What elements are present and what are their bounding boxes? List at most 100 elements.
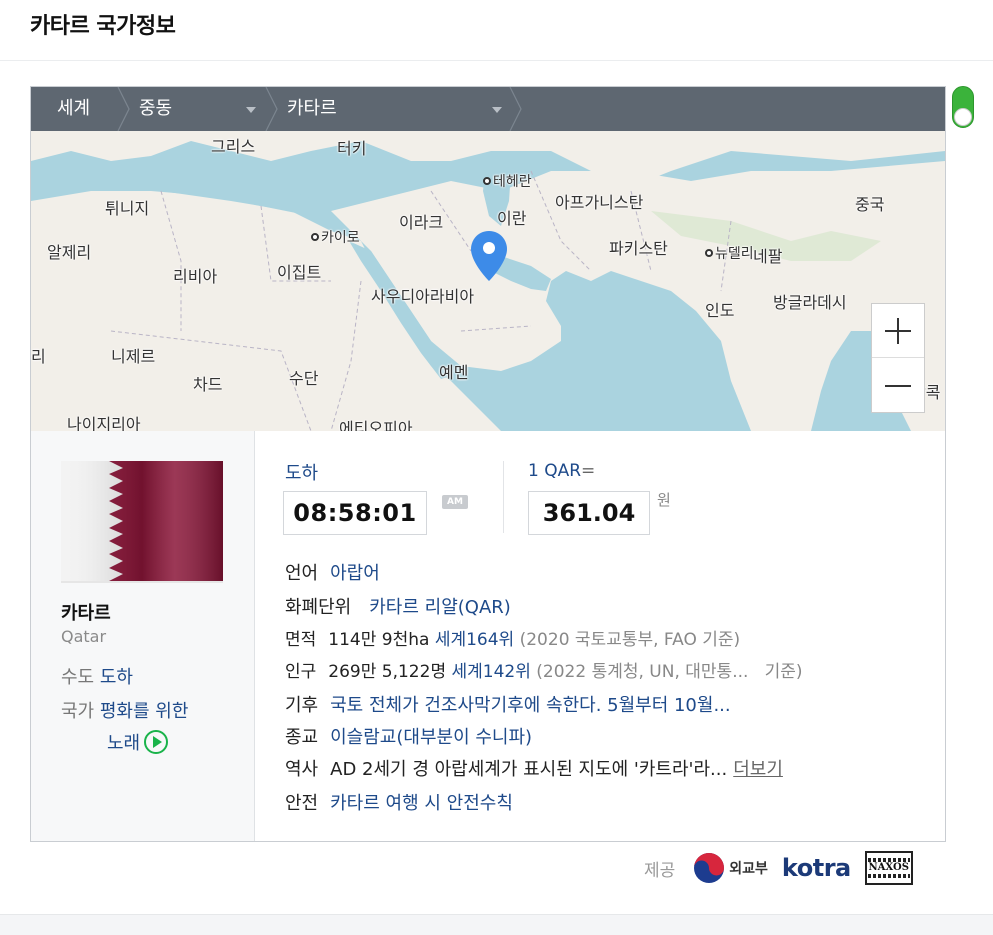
history-more-link[interactable]: 더보기	[733, 759, 783, 780]
map-label: 알제리	[47, 243, 92, 262]
info-row-safety: 안전 카타르 여행 시 안전수칙	[285, 789, 513, 817]
population-rank-link[interactable]: 세계142위	[452, 662, 531, 682]
map-label: 아프가니스탄	[555, 193, 644, 212]
kotra-text: kotra	[781, 854, 851, 882]
country-detail-panel: 도하 08:58:01 AM 1 QAR= 361.04 원 언어 아랍어 화폐단…	[255, 431, 945, 841]
breadcrumb-separator-icon	[265, 87, 279, 131]
area-rank-link[interactable]: 세계164위	[435, 630, 514, 650]
country-summary-panel: 카타르 Qatar 수도 도하 국가 평화를 위한 노래	[31, 431, 255, 841]
mofa-logo[interactable]: 외교부	[693, 852, 768, 884]
city-dot-icon	[483, 177, 491, 185]
breadcrumb-bar: 세계 중동 카타르	[31, 87, 945, 131]
info-row-area: 면적 114만 9천ha 세계164위 (2020 국토교통부, FAO 기준)	[285, 625, 740, 653]
map-label: 중국	[855, 195, 885, 214]
info-row-climate: 기후 국토 전체가 건조사막기후에 속한다. 5월부터 10월...	[285, 691, 731, 719]
map-label: 이라크	[399, 213, 444, 232]
zoom-in-button[interactable]	[872, 304, 924, 358]
info-key: 면적	[285, 630, 317, 650]
city-dot-icon	[311, 233, 319, 241]
anthem-link-2[interactable]: 노래	[107, 733, 140, 754]
ampm-badge: AM	[442, 495, 468, 509]
country-widget: 세계 중동 카타르 그리스 터키 테헤란 튀니지 이라크 이란 아프가니스탄 중…	[30, 86, 946, 842]
anthem-row: 국가 평화를 위한	[61, 697, 188, 723]
capital-label: 수도	[61, 667, 95, 688]
map-label: 나이지리아	[67, 415, 141, 431]
plus-icon	[885, 317, 911, 344]
flag-shadow	[61, 581, 223, 583]
info-key: 기후	[285, 695, 319, 716]
language-link[interactable]: 아랍어	[330, 563, 380, 584]
map-toggle-switch[interactable]	[952, 86, 974, 128]
breadcrumb-country[interactable]: 카타르	[287, 87, 337, 131]
naxos-logo[interactable]: NAXOS	[864, 851, 913, 885]
clock-city-label[interactable]: 도하	[285, 459, 318, 485]
capital-row: 수도 도하	[61, 663, 133, 689]
mofa-text: 외교부	[729, 861, 768, 877]
info-row-language: 언어 아랍어	[285, 559, 380, 587]
info-key: 인구	[285, 662, 317, 682]
area-source: (2020 국토교통부, FAO 기준)	[519, 630, 741, 650]
map-label: 이집트	[277, 263, 322, 282]
info-key: 안전	[285, 793, 319, 814]
zoom-out-button[interactable]	[872, 359, 924, 413]
zoom-control	[871, 303, 925, 413]
map-label: 예멘	[439, 363, 469, 382]
country-name-english: Qatar	[61, 627, 107, 646]
population-source: (2022 통계청, UN, 대만통...	[536, 662, 749, 682]
map-label: 리	[31, 347, 46, 366]
breadcrumb-world[interactable]: 세계	[57, 87, 90, 131]
info-key: 역사	[285, 759, 319, 780]
chevron-down-icon[interactable]	[246, 107, 256, 113]
city-dot-icon	[705, 249, 713, 257]
map-label: 네팔	[753, 247, 783, 266]
local-time-display: 08:58:01	[283, 491, 427, 535]
history-text: AD 2세기 경 아랍세계가 표시된 지도에 '카트라'라...	[330, 759, 728, 780]
country-name: 카타르	[61, 603, 111, 624]
naxos-text: NAXOS	[868, 862, 909, 873]
safety-link[interactable]: 카타르 여행 시 안전수칙	[330, 793, 513, 814]
info-row-history: 역사 AD 2세기 경 아랍세계가 표시된 지도에 '카트라'라... 더보기	[285, 755, 783, 783]
qatar-flag-image	[61, 461, 223, 581]
map-label: 니제르	[111, 347, 156, 366]
map-label: 방글라데시	[773, 293, 847, 312]
info-key: 화폐단위	[285, 597, 352, 618]
provider-footer: 제공 외교부 kotra NAXOS	[644, 850, 927, 886]
map-label: 튀니지	[105, 199, 150, 218]
anthem-link[interactable]: 평화를 위한	[100, 701, 189, 722]
population-source-end: 기준)	[764, 662, 803, 682]
map-label: 수단	[289, 369, 319, 388]
breadcrumb-region[interactable]: 중동	[139, 87, 172, 131]
map-label-city: 뉴델리	[705, 243, 754, 263]
info-key: 종교	[285, 727, 319, 748]
breadcrumb-separator-icon	[509, 87, 523, 131]
info-key: 언어	[285, 563, 319, 584]
map-label: 이란	[497, 209, 527, 228]
exchange-rate-display: 361.04	[528, 491, 650, 535]
currency-unit-label[interactable]: 1 QAR=	[528, 461, 595, 481]
kotra-logo[interactable]: kotra	[782, 854, 851, 882]
info-row-currency: 화폐단위 카타르 리얄(QAR)	[285, 593, 511, 621]
capital-link[interactable]: 도하	[100, 667, 133, 688]
play-icon[interactable]	[144, 730, 169, 754]
info-row-population: 인구 269만 5,122명 세계142위 (2022 통계청, UN, 대만통.…	[285, 657, 803, 685]
map-label: 인도	[705, 301, 735, 320]
anthem-row-2: 노래	[107, 729, 169, 755]
country-info-card: 카타르 국가정보 세계 중동 카타르 그리스 터키 테헤란 튀니지 이라크 이란…	[0, 0, 993, 915]
map-label: 에티오피아	[339, 419, 413, 431]
info-row-religion: 종교 이슬람교(대부분이 수니파)	[285, 723, 532, 751]
taegeuk-icon	[694, 853, 725, 883]
won-unit: 원	[657, 491, 671, 509]
religion-link[interactable]: 이슬람교(대부분이 수니파)	[330, 727, 532, 748]
climate-link[interactable]: 국토 전체가 건조사막기후에 속한다. 5월부터 10월...	[330, 695, 731, 716]
title-divider	[0, 60, 993, 61]
toggle-knob	[954, 108, 972, 126]
region-map[interactable]: 그리스 터키 테헤란 튀니지 이라크 이란 아프가니스탄 중국 알제리 카이로 …	[31, 131, 945, 431]
minus-icon	[885, 385, 911, 387]
currency-link[interactable]: 카타르 리얄(QAR)	[369, 597, 511, 618]
page: 카타르 국가정보 세계 중동 카타르 그리스 터키 테헤란 튀니지 이라크 이란…	[0, 0, 993, 935]
chevron-down-icon[interactable]	[492, 107, 502, 113]
provider-label: 제공	[644, 860, 676, 881]
vertical-divider	[503, 461, 504, 533]
map-label: 파키스탄	[609, 239, 668, 258]
map-label: 터키	[337, 139, 367, 158]
